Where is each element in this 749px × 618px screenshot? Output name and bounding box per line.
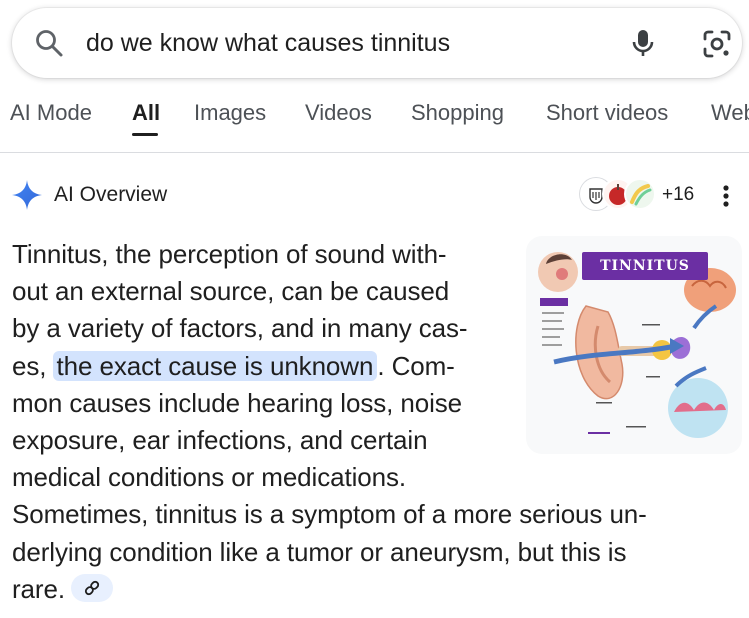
citation-link-button[interactable] bbox=[70, 573, 113, 602]
overview-line: out an external source, can be caused bbox=[12, 276, 450, 307]
overview-line: Tinnitus, the perception of sound with- bbox=[12, 239, 447, 269]
overview-line-suffix: . Com- bbox=[377, 350, 455, 381]
overview-line-prefix: es, bbox=[12, 350, 54, 381]
source-favicons[interactable]: +16 bbox=[580, 176, 700, 214]
ai-overview-header: AI Overview +16 bbox=[0, 172, 749, 218]
gemini-sparkle-icon bbox=[10, 178, 44, 212]
overview-line: es, the exact cause is unknown. Com- bbox=[12, 348, 512, 385]
tab-shopping[interactable]: Shopping bbox=[411, 100, 504, 126]
tab-short-videos[interactable]: Short videos bbox=[546, 100, 668, 126]
thumbnail-banner: TINNITUS bbox=[582, 252, 708, 280]
ai-overview-title: AI Overview bbox=[54, 183, 168, 206]
tab-images[interactable]: Images bbox=[194, 100, 266, 126]
search-bar[interactable]: do we know what causes tinnitus bbox=[12, 8, 742, 78]
highlighted-phrase[interactable]: the exact cause is unknown bbox=[52, 350, 378, 381]
overview-line: rare. bbox=[12, 571, 512, 608]
overview-line: by a variety of factors, and in many cas… bbox=[12, 313, 468, 344]
overview-line: medical conditions or medications. bbox=[12, 462, 407, 493]
overview-line: mon causes include hearing loss, noise bbox=[12, 387, 463, 418]
tab-web[interactable]: Web bbox=[711, 100, 749, 126]
active-tab-indicator bbox=[132, 133, 158, 136]
overview-line: Sometimes, tinnitus is a symptom of a mo… bbox=[12, 499, 647, 530]
search-input[interactable]: do we know what causes tinnitus bbox=[86, 29, 450, 58]
google-lens-icon[interactable] bbox=[700, 27, 734, 61]
tab-videos[interactable]: Videos bbox=[305, 100, 372, 126]
link-icon bbox=[84, 580, 100, 595]
search-tabs: AI Mode All Images Videos Shopping Short… bbox=[0, 96, 749, 152]
tab-all[interactable]: All bbox=[132, 100, 160, 126]
overview-line: derlying condition like a tumor or aneur… bbox=[12, 536, 627, 567]
ai-overview-text: Tinnitus, the perception of sound with- … bbox=[12, 236, 647, 608]
overview-last-line: rare. bbox=[12, 573, 65, 604]
more-sources-count: +16 bbox=[662, 184, 695, 205]
search-icon[interactable] bbox=[34, 28, 64, 58]
health-site-favicon-icon bbox=[624, 178, 656, 210]
microphone-icon[interactable] bbox=[626, 26, 660, 60]
more-vert-icon[interactable] bbox=[714, 182, 738, 210]
overview-line: exposure, ear infections, and certain bbox=[12, 424, 428, 455]
tinnitus-diagram-thumbnail[interactable]: TINNITUS bbox=[526, 236, 742, 454]
tabs-divider bbox=[0, 152, 749, 153]
tab-ai-mode[interactable]: AI Mode bbox=[10, 100, 92, 126]
